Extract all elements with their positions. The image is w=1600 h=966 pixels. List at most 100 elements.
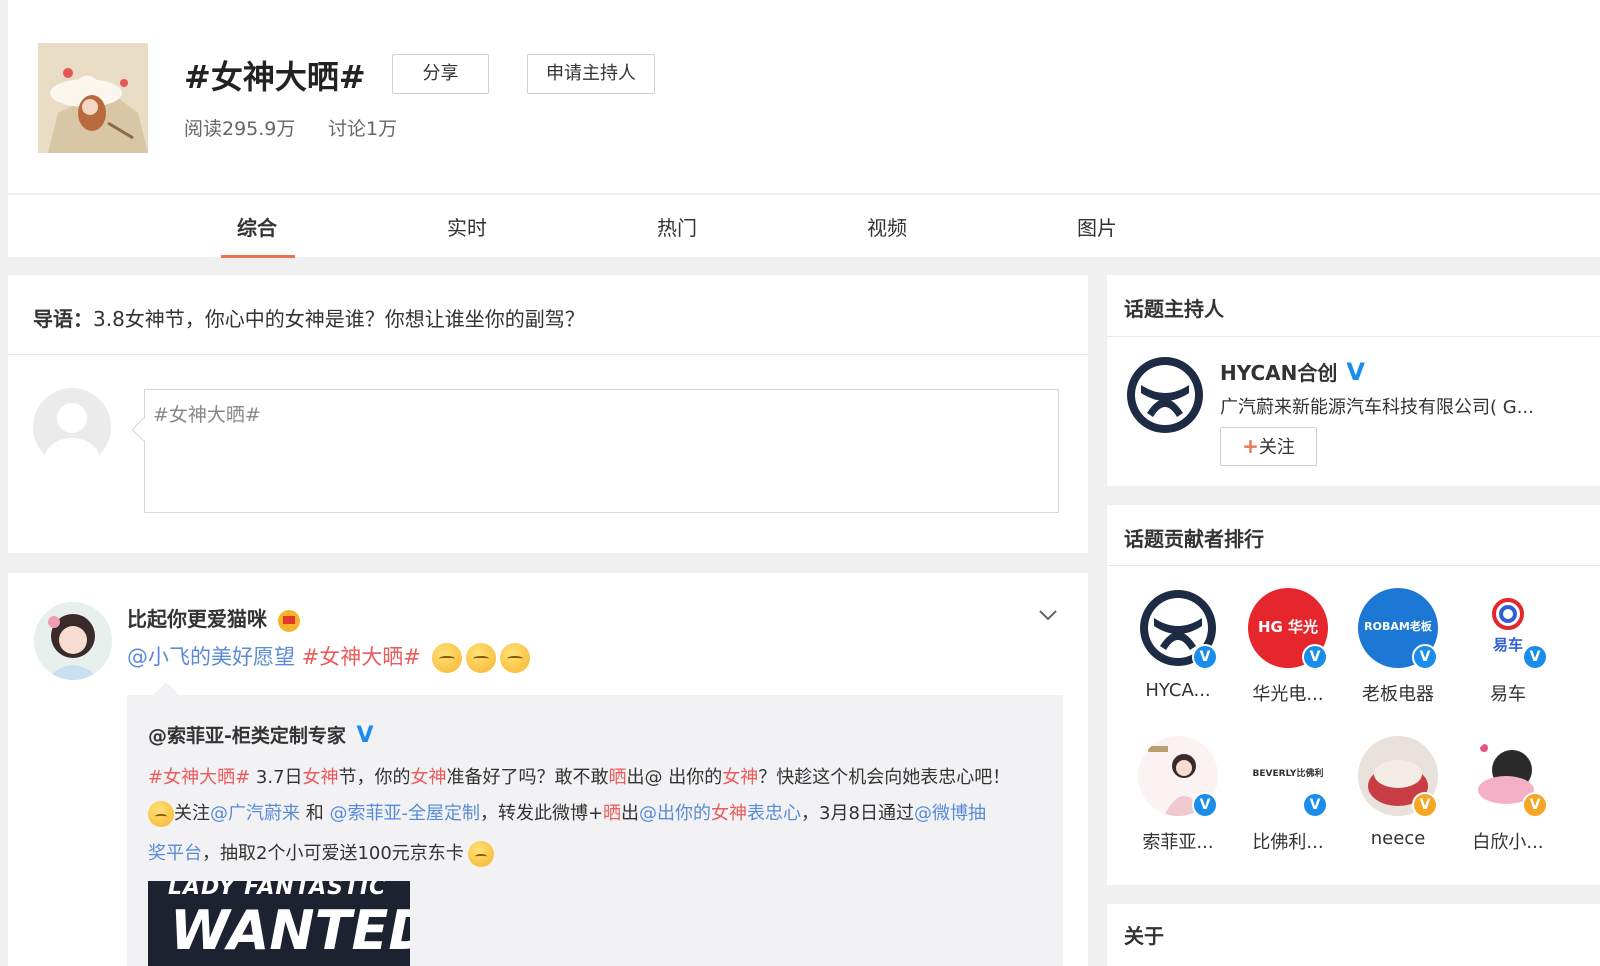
host-name[interactable]: HYCAN合创 V — [1220, 357, 1365, 386]
logo-text: ROBAM老板 — [1364, 620, 1432, 633]
thinking-emoji-icon — [148, 801, 174, 827]
contributor-beverly[interactable]: BEVERLY比佛利 V 比佛利... — [1238, 736, 1338, 854]
tab-video[interactable]: 视频 — [827, 212, 947, 241]
tab-active-indicator — [221, 255, 295, 258]
contributor-robam[interactable]: ROBAM老板 V 老板电器 — [1348, 588, 1448, 706]
logo-text: HG 华光 — [1257, 618, 1319, 636]
verified-v-icon: V — [1346, 358, 1365, 386]
text: 关注 — [174, 803, 210, 824]
read-count: 阅读295.9万 — [184, 118, 296, 140]
keyword: 女神 — [711, 803, 748, 824]
contributor-name: 易车 — [1490, 684, 1526, 705]
apply-host-button[interactable]: 申请主持人 — [527, 54, 655, 94]
contributor-name: 比佛利... — [1252, 832, 1324, 853]
divider — [1107, 336, 1600, 337]
verified-badge-icon: V — [1522, 644, 1548, 670]
contributor-neece[interactable]: V neece — [1348, 736, 1448, 849]
kiss-emoji-icon — [467, 841, 494, 867]
post-author-name[interactable]: 比起你更爱猫咪 — [127, 603, 300, 632]
mention-link[interactable]: @小飞的美好愿望 — [127, 645, 295, 669]
chevron-down-icon[interactable] — [1036, 603, 1060, 627]
repost-author-name: @索菲亚-柜类定制专家 — [148, 725, 346, 747]
contributors-card: 话题贡献者排行 V HYCA... HG 华光 V 华光电... ROBAM老板… — [1107, 505, 1600, 885]
mention-link[interactable]: 表忠心 — [747, 803, 801, 824]
repost-author[interactable]: @索菲亚-柜类定制专家 V — [148, 721, 374, 748]
repost-line-2: 关注@广汽蔚来 和 @索菲亚-全屋定制，转发此微博+晒出@出你的女神表忠心，3月… — [148, 799, 986, 827]
about-section-title: 关于 — [1124, 924, 1164, 948]
text: 3.7日 — [250, 767, 303, 788]
host-card: 话题主持人 HYCAN合创 V 广汽蔚来新能源汽车科技有限公司( G... +关… — [1107, 275, 1600, 486]
feed-post: 比起你更爱猫咪 @小飞的美好愿望 #女神大晒# @索菲亚-柜类定制专家 V #女… — [8, 573, 1088, 966]
topic-title: #女神大晒# — [184, 58, 366, 96]
contributor-sophia[interactable]: V 索菲亚... — [1128, 736, 1228, 854]
contributors-section-title: 话题贡献者排行 — [1124, 527, 1264, 551]
tab-images[interactable]: 图片 — [1037, 212, 1157, 241]
mention-link[interactable]: @微博抽 — [914, 803, 986, 824]
text: ？快趁这个机会向她表忠心吧！ — [758, 767, 1011, 788]
hashtag-link[interactable]: #女神大晒# — [302, 645, 421, 669]
verified-badge-icon: V — [1302, 644, 1328, 670]
follow-button[interactable]: +关注 — [1220, 427, 1317, 466]
text: 准备好了吗？敢不敢 — [446, 767, 609, 788]
user-avatar-placeholder — [33, 388, 111, 466]
keyword: 晒 — [603, 803, 622, 824]
repost-line-1: #女神大晒# 3.7日女神节，你的女神准备好了吗？敢不敢晒出@ 出你的女神？快趁… — [148, 763, 1010, 789]
mention-link[interactable]: @出你的 — [639, 803, 711, 824]
text: 出 — [621, 803, 640, 824]
topic-cover-image — [38, 43, 148, 153]
contributor-name: 白欣小... — [1472, 832, 1544, 853]
tab-hot[interactable]: 热门 — [617, 212, 737, 241]
host-avatar[interactable] — [1125, 355, 1205, 435]
mention-link[interactable]: 奖平台 — [148, 843, 202, 864]
intro-text: 导语：3.8女神节，你心中的女神是谁？你想让谁坐你的副驾？ — [33, 303, 585, 332]
contributor-huaguang[interactable]: HG 华光 V 华光电... — [1238, 588, 1338, 706]
divider — [1107, 565, 1600, 566]
contributor-baixin[interactable]: V 白欣小... — [1458, 736, 1558, 854]
text: 节，你的 — [338, 767, 411, 788]
post-author-avatar[interactable] — [34, 602, 112, 680]
contributor-name: 老板电器 — [1362, 684, 1434, 705]
image-text-top: LADY FANTASTIC — [168, 881, 387, 900]
discuss-count: 讨论1万 — [328, 118, 398, 140]
tab-realtime[interactable]: 实时 — [407, 212, 527, 241]
repost-box: @索菲亚-柜类定制专家 V #女神大晒# 3.7日女神节，你的女神准备好了吗？敢… — [127, 682, 1063, 966]
verified-badge-icon: V — [1192, 792, 1218, 818]
text: ，转发此微博+ — [479, 803, 604, 824]
compose-input[interactable] — [144, 389, 1059, 513]
intro-prefix: 导语： — [33, 307, 93, 331]
contributor-hycan[interactable]: V HYCA... — [1128, 588, 1228, 701]
contributor-name: neece — [1370, 828, 1426, 849]
contributor-yiche[interactable]: 易车 V 易车 — [1458, 588, 1558, 706]
repost-pointer — [153, 682, 179, 708]
intro-card: 导语：3.8女神节，你心中的女神是谁？你想让谁坐你的副驾？ — [8, 275, 1088, 553]
about-card: 关于 — [1107, 904, 1600, 966]
intro-body: 3.8女神节，你心中的女神是谁？你想让谁坐你的副驾？ — [93, 307, 585, 331]
text: ，3月8日通过 — [801, 803, 914, 824]
post-content: @小飞的美好愿望 #女神大晒# — [127, 641, 530, 673]
crown-badge-icon — [277, 609, 300, 632]
topic-header: #女神大晒# 分享 申请主持人 阅读295.9万 讨论1万 — [8, 0, 1600, 193]
mention-link[interactable]: @广汽蔚来 — [210, 803, 300, 824]
repost-image[interactable]: LADY FANTASTIC WANTED — [148, 881, 410, 966]
repost-line-3: 奖平台，抽取2个小可爱送100元京东卡 — [148, 839, 494, 867]
contributor-name: HYCA... — [1145, 680, 1211, 701]
text: 和 — [300, 803, 330, 824]
text: ，抽取2个小可爱送100元京东卡 — [202, 843, 464, 864]
verified-badge-icon: V — [1302, 792, 1328, 818]
share-button[interactable]: 分享 — [392, 54, 489, 94]
host-description: 广汽蔚来新能源汽车科技有限公司( G... — [1220, 397, 1534, 418]
smirk-emoji-icon — [465, 643, 496, 673]
post-author-name-text: 比起你更爱猫咪 — [127, 607, 267, 631]
smirk-emoji-icon — [499, 643, 530, 673]
tab-comprehensive[interactable]: 综合 — [197, 212, 317, 241]
smirk-emoji-icon — [431, 643, 462, 673]
verified-badge-icon: V — [1412, 792, 1438, 818]
host-section-title: 话题主持人 — [1124, 297, 1224, 321]
keyword: 女神 — [410, 767, 447, 788]
hashtag-link[interactable]: #女神大晒# — [148, 767, 250, 788]
keyword: 晒 — [608, 767, 627, 788]
contributor-name: 华光电... — [1252, 684, 1324, 705]
verified-badge-icon: V — [1522, 792, 1548, 818]
mention-link[interactable]: @索菲亚-全屋定制 — [329, 803, 480, 824]
host-name-text: HYCAN合创 — [1220, 361, 1338, 385]
